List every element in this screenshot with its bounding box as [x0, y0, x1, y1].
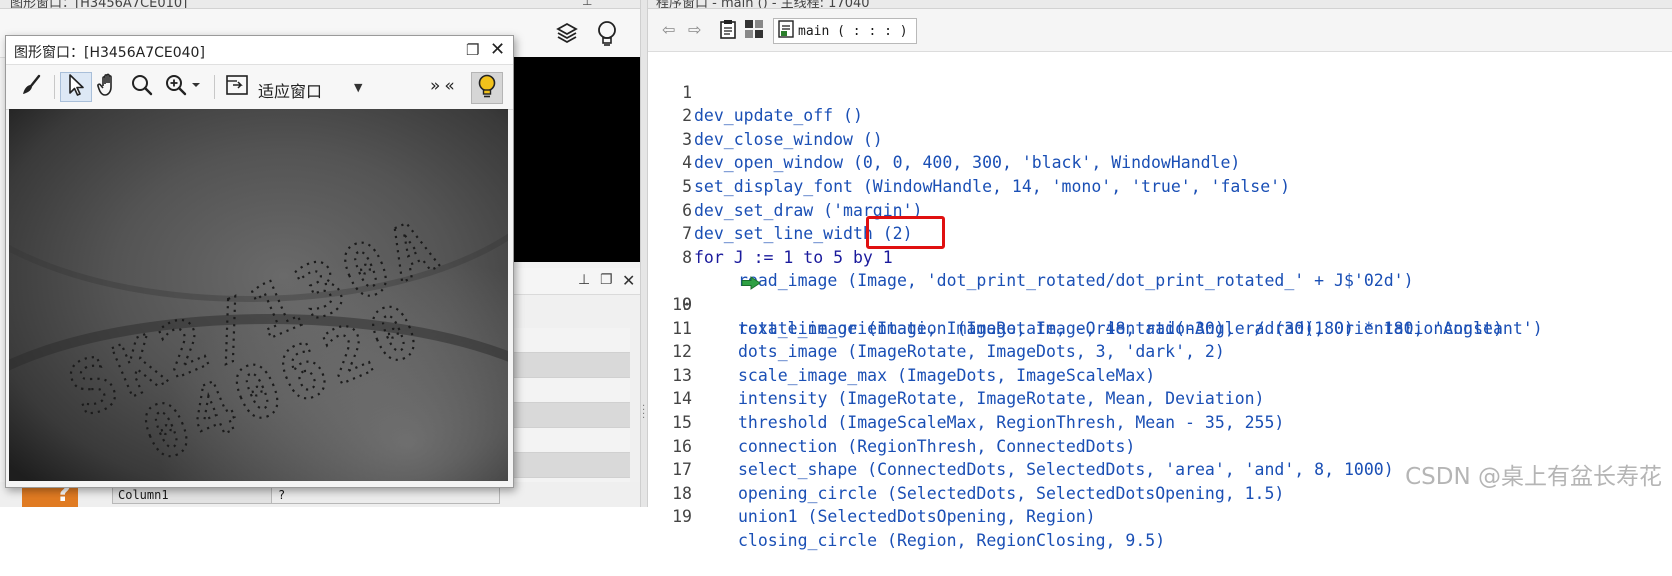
- less-tools-button[interactable]: «: [444, 76, 458, 96]
- table-row[interactable]: [500, 328, 630, 353]
- table-row[interactable]: [500, 453, 630, 478]
- forward-arrow-icon[interactable]: ⇨: [688, 20, 701, 39]
- fit-window-label[interactable]: 适应窗口: [258, 78, 322, 102]
- pin-icon[interactable]: ⊥: [582, 0, 592, 8]
- graphics-window-titlebar[interactable]: 图形窗口：[H3456A7CE040] ❐ ✕: [6, 36, 513, 65]
- dot-print-image: SK2/130A 040620: [9, 109, 508, 481]
- watermark: CSDN @桌上有盆长寿花: [1405, 464, 1662, 490]
- toolbar-overflow[interactable]: »«: [430, 76, 459, 96]
- background-window-title: 图形窗口：[H3456A7CE010]: [10, 0, 188, 9]
- back-arrow-icon[interactable]: ⇦: [662, 20, 675, 39]
- procedure-icon: [778, 20, 794, 42]
- splitter-grip[interactable]: · · · ·: [642, 402, 645, 424]
- more-tools-button[interactable]: »: [430, 76, 444, 96]
- brush-icon: [20, 73, 44, 101]
- code-line[interactable]: 2 dev_close_window (): [648, 81, 1672, 149]
- code-text: closing_circle (Region, RegionClosing, 9…: [738, 530, 1166, 550]
- layers-icon[interactable]: [555, 21, 579, 50]
- line-number: 19: [672, 507, 692, 527]
- table-row[interactable]: [500, 353, 630, 378]
- program-window-toolbar: ⇦ ⇨ main ( : : : ): [648, 9, 1672, 52]
- code-text: union1 (SelectedDotsOpening, Region): [738, 507, 1096, 527]
- hand-icon: [96, 72, 122, 102]
- code-line[interactable]: 13 intensity (ImageRotate, ImageRotate, …: [648, 340, 1672, 409]
- variables-grid: [500, 328, 630, 503]
- program-window-title: 程序窗口 - main () - 主线程: 17040: [656, 0, 870, 9]
- lightbulb-icon: [476, 73, 498, 103]
- zoom-in-icon: [164, 73, 204, 101]
- code-line[interactable]: 12 scale_image_max (ImageDots, ImageScal…: [648, 317, 1672, 385]
- code-line[interactable]: 17 opening_circle (SelectedDots, Selecte…: [648, 435, 1672, 503]
- fit-window-button[interactable]: [222, 72, 252, 102]
- code-line[interactable]: 15 connection (RegionThresh, ConnectedDo…: [648, 387, 1672, 456]
- toolbar-separator: [214, 75, 215, 99]
- magnify-button[interactable]: [128, 72, 156, 102]
- graphics-window-title: 图形窗口：[H3456A7CE040]: [14, 45, 205, 61]
- pan-button[interactable]: [94, 72, 124, 102]
- table-row[interactable]: [500, 378, 630, 403]
- close-icon[interactable]: ✕: [622, 271, 635, 290]
- grid-icon[interactable]: [744, 19, 764, 43]
- chevron-down-icon[interactable]: ▼: [354, 81, 362, 94]
- close-icon[interactable]: ✕: [490, 39, 505, 60]
- clear-window-button[interactable]: [18, 72, 46, 102]
- code-line[interactable]: 3 dev_open_window (0, 0, 400, 300, 'blac…: [648, 104, 1672, 173]
- pointer-icon: [66, 73, 86, 101]
- zoom-in-button[interactable]: [162, 72, 206, 102]
- show-hints-button[interactable]: [471, 72, 503, 104]
- code-line[interactable]: 4 set_display_font (WindowHandle, 14, 'm…: [648, 128, 1672, 196]
- pointer-button[interactable]: [60, 72, 92, 102]
- variables-panel-header: ⊥ ❐ ✕: [500, 268, 643, 295]
- code-line[interactable]: 7 for J := 1 to 5 by 1: [648, 199, 1672, 267]
- procedure-selector[interactable]: main ( : : : ): [773, 18, 917, 44]
- background-window-titlebar: 图形窗口：[H3456A7CE010] ⊥: [0, 0, 648, 9]
- code-line[interactable]: 8 read_image (Image, 'dot_print_rotated/…: [648, 222, 1672, 291]
- procedure-selector-label: main ( : : : ): [798, 23, 908, 39]
- code-line[interactable]: 1 dev_update_off (): [648, 57, 1672, 126]
- restore-icon[interactable]: ❐: [600, 272, 613, 288]
- code-line[interactable]: 14 threshold (ImageScaleMax, RegionThres…: [648, 364, 1672, 432]
- variables-panel: ⊥ ❐ ✕: [500, 268, 643, 507]
- background-window-canvas: [500, 57, 640, 262]
- code-line[interactable]: 16 select_shape (ConnectedDots, Selected…: [648, 411, 1672, 480]
- toolbar-separator: [54, 75, 55, 99]
- program-window-titlebar: 程序窗口 - main () - 主线程: 17040: [648, 0, 1672, 9]
- search-icon: [130, 73, 154, 101]
- pin-icon[interactable]: ⊥: [578, 272, 590, 288]
- table-row[interactable]: [500, 403, 630, 428]
- highlight-annotation: [866, 216, 945, 249]
- graphics-window-toolbar: 适应窗口 ▼ »«: [6, 65, 513, 110]
- graphics-canvas[interactable]: SK2/130A 040620: [9, 109, 508, 481]
- graphics-window: 图形窗口：[H3456A7CE040] ❐ ✕ 适应窗口 ▼ »« SK2/13…: [5, 35, 514, 488]
- code-editor[interactable]: 1 dev_update_off () 2 dev_close_window (…: [648, 52, 1672, 550]
- code-line[interactable]: 10 rotate_image (Image, ImageRotate, -Or…: [648, 269, 1672, 338]
- lightbulb-icon[interactable]: [594, 19, 620, 52]
- table-row[interactable]: [500, 428, 630, 453]
- code-line[interactable]: 6 dev_set_line_width (2): [648, 175, 1672, 244]
- code-lines: 1 dev_update_off () 2 dev_close_window (…: [648, 57, 1672, 550]
- clipboard-icon[interactable]: [718, 18, 738, 44]
- code-line-current[interactable]: 9 text_line_orientation (Image, Image, 4…: [648, 246, 1672, 338]
- restore-icon[interactable]: ❐: [466, 41, 479, 59]
- code-line[interactable]: 5 dev_set_draw ('margin'): [648, 151, 1672, 220]
- pane-splitter[interactable]: · · · ·: [640, 0, 648, 507]
- fit-window-icon: [225, 73, 249, 101]
- code-line[interactable]: 11 dots_image (ImageRotate, ImageDots, 3…: [648, 293, 1672, 362]
